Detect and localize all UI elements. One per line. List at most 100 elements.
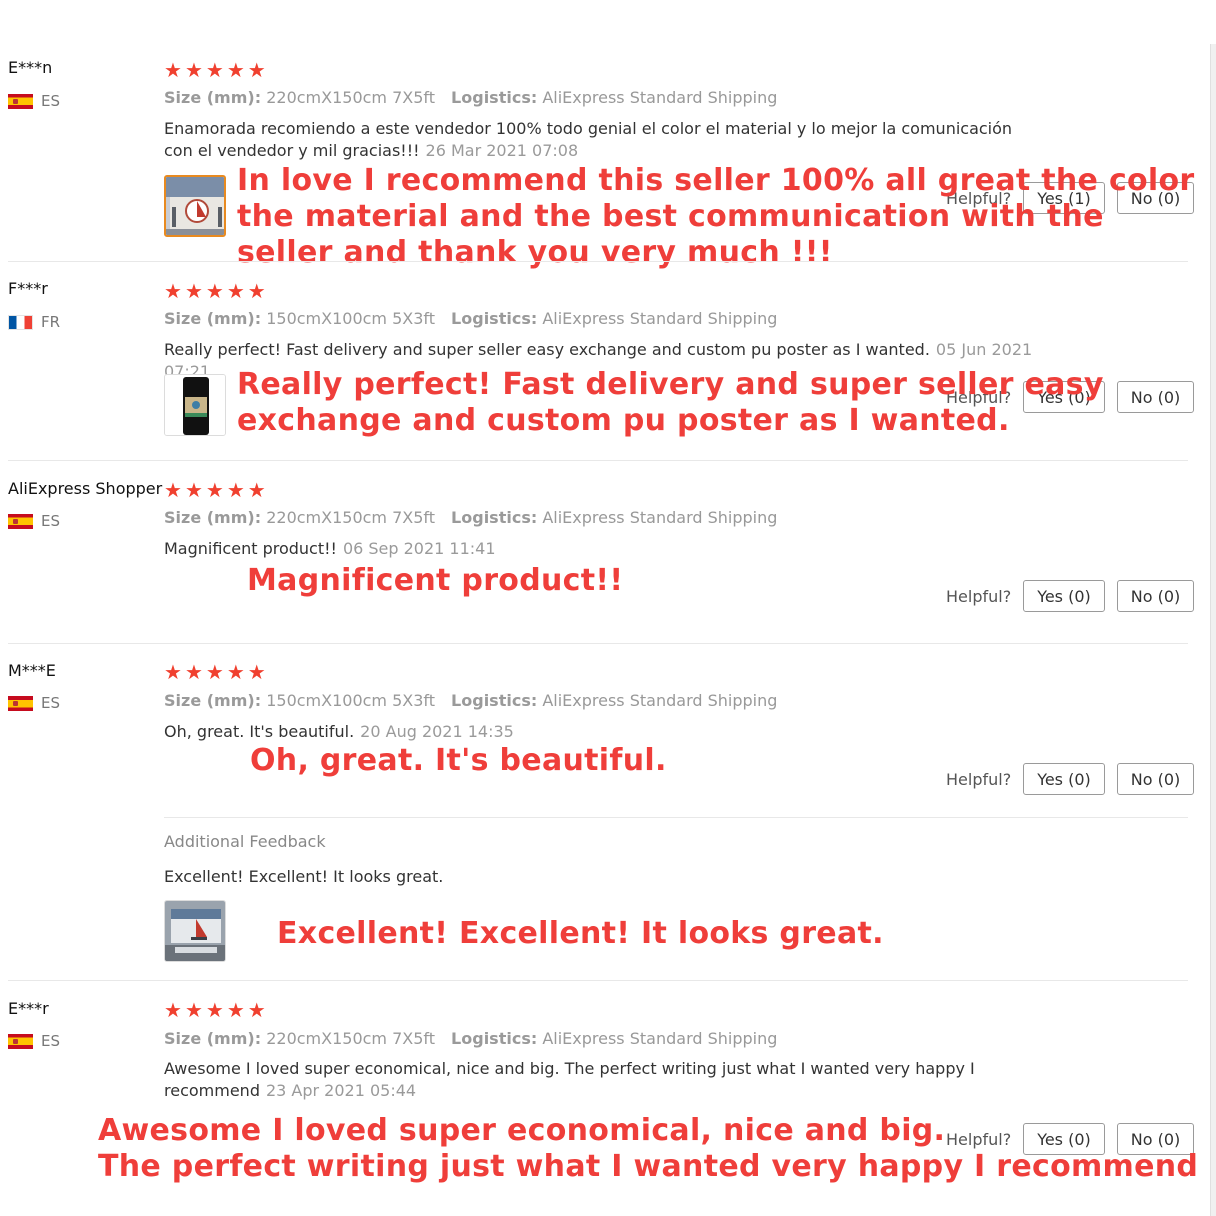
- logistics-label: Logistics:: [451, 508, 538, 527]
- star-icon: ★: [226, 279, 245, 303]
- order-info: Size (mm): 150cmX100cm 5X3ft Logistics: A…: [164, 691, 777, 710]
- star-icon: ★: [226, 58, 245, 82]
- star-icon: ★: [226, 998, 245, 1022]
- size-value: 220cmX150cm 7X5ft: [266, 508, 436, 527]
- order-info: Size (mm): 220cmX150cm 7X5ft Logistics: A…: [164, 1029, 777, 1048]
- france-flag-icon: [8, 314, 33, 330]
- star-icon: ★: [247, 279, 266, 303]
- translation-overlay: Magnificent product!!: [247, 563, 624, 598]
- review-body: Magnificent product!!: [164, 539, 337, 558]
- helpful-label: Helpful?: [946, 586, 1012, 606]
- star-icon: ★: [247, 58, 266, 82]
- review-text: Magnificent product!! 06 Sep 2021 11:41: [164, 538, 1044, 560]
- star-icon: ★: [205, 478, 224, 502]
- country-code: ES: [41, 1032, 60, 1050]
- logistics-value: AliExpress Standard Shipping: [542, 88, 778, 107]
- review-text: Oh, great. It's beautiful. 20 Aug 2021 14…: [164, 721, 1044, 743]
- translation-overlay: Oh, great. It's beautiful.: [250, 743, 667, 778]
- logistics-value: AliExpress Standard Shipping: [542, 1029, 778, 1048]
- logistics-label: Logistics:: [451, 88, 538, 107]
- helpful-no-button[interactable]: No (0): [1116, 580, 1195, 612]
- star-icon: ★: [164, 58, 182, 82]
- star-icon: ★: [184, 58, 203, 82]
- additional-feedback-text: Excellent! Excellent! It looks great.: [164, 867, 444, 886]
- translation-overlay: In love I recommend this seller 100% all…: [237, 163, 1195, 270]
- star-icon: ★: [184, 998, 203, 1022]
- size-label: Size (mm):: [164, 309, 262, 328]
- reviewer-country: FR: [8, 313, 60, 331]
- country-code: ES: [41, 512, 60, 530]
- review-divider: [8, 261, 1188, 262]
- review-divider: [8, 643, 1188, 644]
- helpful-vote: Helpful? Yes (0) No (0): [946, 763, 1206, 795]
- star-rating: ★ ★ ★ ★ ★: [164, 1000, 266, 1020]
- logistics-value: AliExpress Standard Shipping: [542, 309, 778, 328]
- star-icon: ★: [247, 998, 266, 1022]
- star-rating: ★ ★ ★ ★ ★: [164, 60, 266, 80]
- country-code: ES: [41, 92, 60, 110]
- size-label: Size (mm):: [164, 691, 262, 710]
- spain-flag-icon: [8, 513, 33, 529]
- helpful-label: Helpful?: [946, 1129, 1012, 1149]
- star-rating: ★ ★ ★ ★ ★: [164, 281, 266, 301]
- helpful-yes-button[interactable]: Yes (0): [1023, 580, 1105, 612]
- star-icon: ★: [205, 998, 224, 1022]
- review-text: Awesome I loved super economical, nice a…: [164, 1058, 1044, 1102]
- star-icon: ★: [226, 478, 245, 502]
- size-label: Size (mm):: [164, 1029, 262, 1048]
- star-icon: ★: [247, 660, 266, 684]
- additional-translation-overlay: Excellent! Excellent! It looks great.: [277, 916, 884, 951]
- review-photo-thumbnail[interactable]: [164, 374, 226, 436]
- helpful-yes-button[interactable]: Yes (0): [1023, 763, 1105, 795]
- review-date: 26 Mar 2021 07:08: [425, 141, 579, 160]
- order-info: Size (mm): 220cmX150cm 7X5ft Logistics: A…: [164, 88, 777, 107]
- review-photo-thumbnail[interactable]: [164, 900, 226, 962]
- size-value: 150cmX100cm 5X3ft: [266, 309, 436, 328]
- review-body: Enamorada recomiendo a este vendedor 100…: [164, 119, 1013, 160]
- product-photo-sailboat: [166, 177, 224, 235]
- country-code: FR: [41, 313, 61, 331]
- translation-overlay-line-2: The perfect writing just what I wanted v…: [98, 1149, 1199, 1184]
- size-label: Size (mm):: [164, 508, 262, 527]
- review-body: Really perfect! Fast delivery and super …: [164, 340, 930, 359]
- logistics-label: Logistics:: [451, 309, 538, 328]
- helpful-no-button[interactable]: No (0): [1116, 763, 1195, 795]
- star-icon: ★: [205, 58, 224, 82]
- star-icon: ★: [164, 279, 182, 303]
- size-value: 220cmX150cm 7X5ft: [266, 88, 436, 107]
- star-icon: ★: [164, 478, 182, 502]
- helpful-label: Helpful?: [946, 769, 1012, 789]
- country-code: ES: [41, 694, 60, 712]
- star-icon: ★: [164, 998, 182, 1022]
- review-date: 20 Aug 2021 14:35: [360, 722, 514, 741]
- logistics-label: Logistics:: [451, 691, 538, 710]
- product-photo-phone: [165, 375, 225, 435]
- star-icon: ★: [226, 660, 245, 684]
- reviewer-country: ES: [8, 694, 60, 712]
- logistics-value: AliExpress Standard Shipping: [542, 691, 778, 710]
- review-photo-thumbnail[interactable]: [164, 175, 226, 237]
- reviewer-name: AliExpress Shopper: [8, 479, 163, 498]
- review-date: 06 Sep 2021 11:41: [342, 539, 496, 558]
- logistics-value: AliExpress Standard Shipping: [542, 508, 778, 527]
- reviewer-country: ES: [8, 92, 60, 110]
- order-info: Size (mm): 220cmX150cm 7X5ft Logistics: A…: [164, 508, 777, 527]
- size-label: Size (mm):: [164, 88, 262, 107]
- reviewer-name: F***r: [8, 279, 48, 298]
- translation-overlay: Really perfect! Fast delivery and super …: [237, 367, 1104, 438]
- translation-overlay-line-1: Awesome I loved super economical, nice a…: [98, 1113, 946, 1148]
- review-body: Oh, great. It's beautiful.: [164, 722, 355, 741]
- spain-flag-icon: [8, 1033, 33, 1049]
- additional-feedback-title: Additional Feedback: [164, 832, 326, 851]
- star-icon: ★: [184, 279, 203, 303]
- review-text: Enamorada recomiendo a este vendedor 100…: [164, 118, 1044, 162]
- additional-feedback-divider: [164, 817, 1188, 818]
- reviewer-country: ES: [8, 512, 60, 530]
- review-divider: [8, 980, 1188, 981]
- reviewer-country: ES: [8, 1032, 60, 1050]
- spain-flag-icon: [8, 93, 33, 109]
- logistics-label: Logistics:: [451, 1029, 538, 1048]
- reviewer-name: E***n: [8, 58, 53, 77]
- spain-flag-icon: [8, 695, 33, 711]
- page-scrollbar[interactable]: [1210, 44, 1216, 1216]
